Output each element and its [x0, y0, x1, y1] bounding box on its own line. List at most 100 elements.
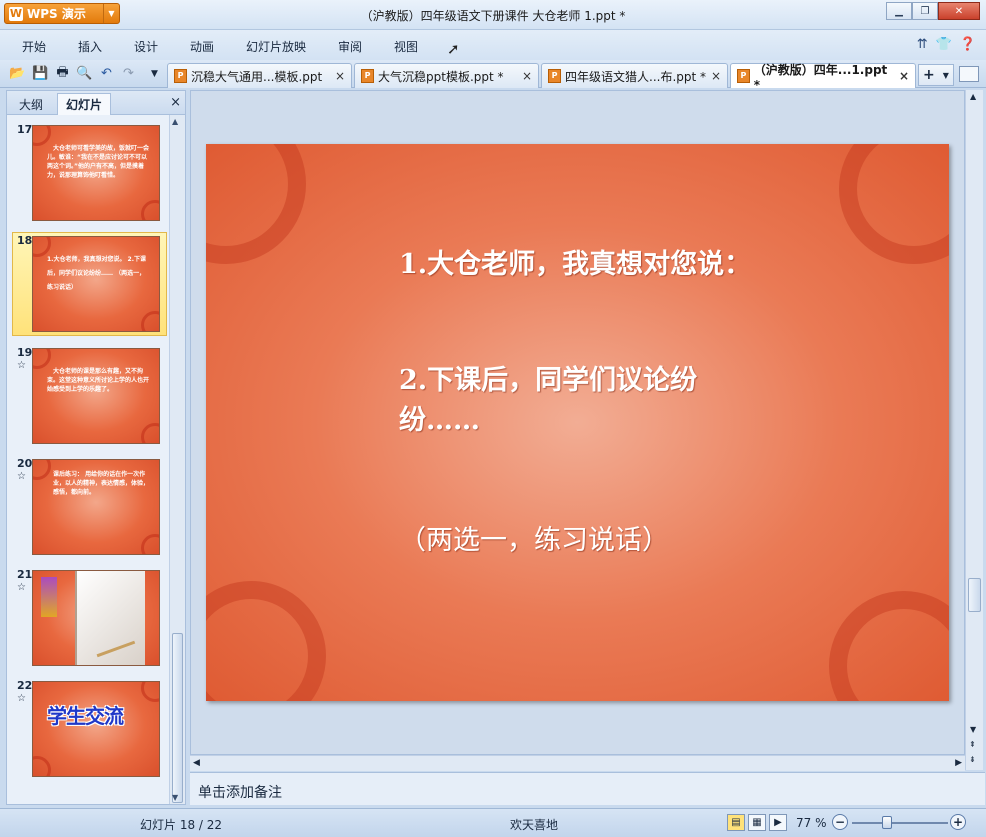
doc-tab-4-active[interactable]: P （沪教版）四年...1.ppt * ×	[730, 63, 916, 92]
slide-counter: 幻灯片 18 / 22	[140, 818, 223, 832]
slide-thumbnail-21[interactable]: 21 ☆	[7, 566, 170, 670]
customize-toolbar-icon[interactable]: ▼	[146, 65, 163, 82]
editor-scroll-thumb[interactable]	[968, 578, 981, 612]
thumbnail-number: 17	[17, 123, 33, 136]
theme-name: 欢天喜地	[510, 818, 559, 832]
collapse-ribbon-icon[interactable]: ⇈	[917, 37, 928, 52]
slide-thumbnail-18[interactable]: 18 1.大仓老师，我真想对您说。 2.下课后，同学们议论纷纷…… （两选一，练…	[7, 232, 170, 336]
play-icon: ▶	[774, 817, 782, 828]
slide-line-2[interactable]: 2.下课后，同学们议论纷	[399, 362, 697, 400]
redo-icon[interactable]: ↷	[120, 65, 137, 82]
slide-editor: 1.大仓老师，我真想对您说： 2.下课后，同学们议论纷 纷…… （两选一，练习说…	[190, 90, 965, 755]
slide-decoration-top-right	[839, 144, 949, 264]
scroll-down-icon[interactable]: ▼	[172, 793, 178, 802]
slide-thumbnail-17[interactable]: 17 大仓老师可看学美的故，饭就叮一会儿。敏谁：“我在不是应讨论可不可以两这个词…	[7, 121, 170, 225]
thumbnail-text: 1.大仓老师，我真想对您说。 2.下课后，同学们议论纷纷…… （两选一，练习说话…	[47, 256, 146, 291]
menu-view[interactable]: 视图	[394, 38, 418, 55]
slide-line-4[interactable]: （两选一，练习说话）	[399, 522, 669, 560]
menu-slideshow[interactable]: 幻灯片放映	[246, 38, 306, 55]
plus-icon: +	[952, 815, 964, 829]
menu-insert[interactable]: 插入	[78, 38, 102, 55]
normal-view-button[interactable]: ▤	[727, 814, 745, 831]
print-preview-icon[interactable]: 🔍	[76, 65, 93, 82]
print-icon[interactable]: 🖶	[54, 65, 71, 82]
slide-thumbnail-19[interactable]: 19 ☆ 大仓老师的课是那么有趣，又不拘束。这堂这种意义所讨论上学的人也开始感受…	[7, 344, 170, 448]
editor-horizontal-scrollbar[interactable]: ◀ ▶	[190, 755, 965, 771]
thumbnail-image: 学生交流	[32, 681, 160, 777]
thumbnail-wordart: 学生交流	[47, 704, 124, 728]
slide-sorter-view-button[interactable]: ▦	[748, 814, 766, 831]
slide-line-1[interactable]: 1.大仓老师，我真想对您说：	[399, 246, 751, 284]
restore-button[interactable]: ❐	[912, 2, 938, 20]
close-window-button[interactable]: ✕	[938, 2, 980, 20]
thumbnail-text: 大仓老师可看学美的故，饭就叮一会儿。敏谁：“我在不是应讨论可不可以两这个词。”他…	[47, 145, 150, 179]
slideshow-view-button[interactable]: ▶	[769, 814, 787, 831]
slide-thumbnail-22[interactable]: 22 ☆ 学生交流	[7, 677, 170, 781]
zoom-in-button[interactable]: +	[950, 814, 966, 830]
close-tab-icon[interactable]: ×	[335, 69, 345, 83]
new-tab-button[interactable]: + ▼	[918, 64, 954, 86]
thumbnail-image	[32, 570, 160, 666]
doc-tab-label: 四年级语文猎人...布.ppt *	[565, 69, 707, 84]
window-layout-button[interactable]	[959, 66, 979, 82]
save-icon[interactable]: 💾	[32, 65, 49, 82]
animation-star-icon[interactable]: ☆	[17, 582, 26, 593]
menu-review[interactable]: 审阅	[338, 38, 362, 55]
zoom-slider-knob[interactable]	[882, 816, 892, 829]
open-icon[interactable]: 📂	[9, 65, 26, 82]
slide-thumbnail-20[interactable]: 20 ☆ 课后练习： 用给你的话在作一次作业，以人的精神，表达情感，体验，感悟，…	[7, 455, 170, 559]
thumbnail-number: 22	[17, 679, 33, 692]
skin-icon[interactable]: 👕	[936, 37, 952, 52]
slide-decoration-bottom-left	[206, 581, 326, 701]
minimize-button[interactable]: ▁	[886, 2, 912, 20]
undo-icon[interactable]: ↶	[98, 65, 115, 82]
scroll-up-icon[interactable]: ▲	[172, 117, 178, 126]
doc-tab-label: 大气沉稳ppt模板.ppt *	[378, 69, 504, 84]
current-slide[interactable]: 1.大仓老师，我真想对您说： 2.下课后，同学们议论纷 纷…… （两选一，练习说…	[206, 144, 949, 701]
thumbnail-image: 大仓老师的课是那么有趣，又不拘束。这堂这种意义所讨论上学的人也开始感受到上学的乐…	[32, 348, 160, 444]
prev-slide-icon[interactable]: ⇞	[969, 740, 976, 749]
notes-pane[interactable]: 单击添加备注	[190, 772, 985, 805]
close-icon: ✕	[954, 5, 964, 17]
scroll-down-icon[interactable]: ▼	[970, 725, 976, 734]
window-title: （沪教版）四年级语文下册课件 大仓老师 1.ppt *	[360, 9, 626, 23]
scroll-left-icon[interactable]: ◀	[193, 758, 200, 768]
thumbnail-decoration	[141, 682, 159, 702]
thumbnail-decoration	[33, 126, 51, 146]
slide-line-3[interactable]: 纷……	[399, 402, 480, 440]
thumbnail-decoration	[141, 423, 159, 443]
close-panel-icon[interactable]: ×	[170, 95, 181, 110]
menu-animation[interactable]: 动画	[190, 38, 214, 55]
animation-star-icon[interactable]: ☆	[17, 693, 26, 704]
doc-tab-1[interactable]: P 沉稳大气通用...模板.ppt ×	[167, 63, 352, 88]
close-tab-icon[interactable]: ×	[522, 69, 532, 83]
scroll-up-icon[interactable]: ▲	[970, 92, 976, 101]
thumbnail-decoration	[33, 460, 51, 480]
close-tab-icon[interactable]: ×	[711, 69, 721, 83]
editor-vertical-scrollbar[interactable]: ▲ ▼ ⇞ ⇟	[965, 90, 983, 770]
next-slide-icon[interactable]: ⇟	[969, 755, 976, 764]
doc-tab-2[interactable]: P 大气沉稳ppt模板.ppt * ×	[354, 63, 539, 88]
tab-outline[interactable]: 大纲	[11, 93, 51, 115]
zoom-slider-track[interactable]	[852, 822, 948, 824]
scroll-right-icon[interactable]: ▶	[955, 758, 962, 768]
menu-bar: 开始 插入 设计 动画 幻灯片放映 审阅 视图 ⇈ 👕 ❓	[0, 30, 986, 60]
zoom-out-button[interactable]: −	[832, 814, 848, 830]
doc-tab-3[interactable]: P 四年级语文猎人...布.ppt * ×	[541, 63, 728, 88]
ppt-file-icon: P	[548, 69, 561, 83]
panel-scroll-thumb[interactable]	[172, 633, 183, 803]
ppt-file-icon: P	[737, 69, 750, 83]
animation-star-icon[interactable]: ☆	[17, 360, 26, 371]
thumbnail-text: 课后练习： 用给你的话在作一次作业，以人的精神，表达情感，体验，感悟，都向前。	[53, 471, 150, 496]
animation-star-icon[interactable]: ☆	[17, 471, 26, 482]
panel-tabs: 大纲 幻灯片 ×	[7, 91, 185, 115]
menu-home[interactable]: 开始	[22, 38, 46, 55]
tab-slides[interactable]: 幻灯片	[57, 93, 112, 115]
menu-design[interactable]: 设计	[134, 38, 158, 55]
notes-placeholder: 单击添加备注	[198, 785, 282, 801]
close-tab-icon[interactable]: ×	[899, 69, 909, 83]
help-icon[interactable]: ❓	[960, 37, 976, 52]
thumbnail-decoration	[33, 349, 51, 369]
panel-scrollbar[interactable]: ▲ ▼	[169, 115, 185, 804]
thumbnail-decoration	[141, 200, 159, 220]
